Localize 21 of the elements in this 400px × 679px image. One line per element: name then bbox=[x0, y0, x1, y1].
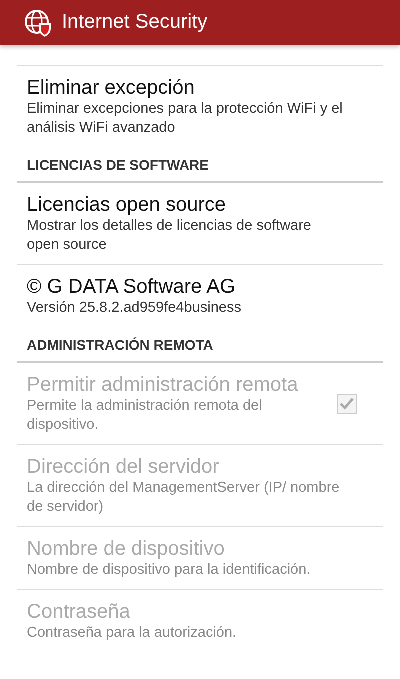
setting-summary: Permite la administración remota del dispositivo. bbox=[27, 397, 264, 435]
setting-title: Contraseña bbox=[27, 600, 132, 624]
setting-title: Dirección del servidor bbox=[27, 455, 220, 479]
setting-summary: Eliminar excepciones para la protección WiFi y el análisis WiFi avanzado bbox=[27, 100, 344, 138]
setting-title: Permitir administración remota bbox=[27, 373, 300, 397]
setting-summary: La dirección del ManagementServer (IP/ nombre de servidor) bbox=[27, 479, 341, 517]
setting-title: Licencias open source bbox=[27, 193, 228, 217]
setting-summary: Contraseña para la autorización. bbox=[27, 624, 238, 643]
section-header: LICENCIAS DE SOFTWARE bbox=[17, 147, 383, 183]
globe-shield-icon bbox=[24, 8, 52, 36]
setting-title: Eliminar excepción bbox=[27, 76, 196, 100]
setting-row[interactable]: Eliminar excepción Eliminar excepciones para la protección WiFi y el análisis WiFi avanzado bbox=[17, 66, 383, 147]
setting-summary: Nombre de dispositivo para la identificación. bbox=[27, 561, 312, 580]
setting-summary: Versión 25.8.2.ad959fe4business bbox=[27, 299, 242, 318]
section-header: ADMINISTRACIÓN REMOTA bbox=[17, 327, 383, 363]
app-title: Internet Security bbox=[62, 11, 208, 34]
setting-title: © G DATA Software AG bbox=[27, 275, 237, 299]
setting-title: Nombre de dispositivo bbox=[27, 537, 226, 561]
setting-row[interactable]: © G DATA Software AG Versión 25.8.2.ad959fe4business bbox=[17, 265, 383, 327]
setting-summary: Mostrar los detalles de licencias de software open source bbox=[27, 217, 312, 255]
setting-row[interactable]: Licencias open source Mostrar los detalles de licencias de software open source bbox=[17, 183, 383, 265]
